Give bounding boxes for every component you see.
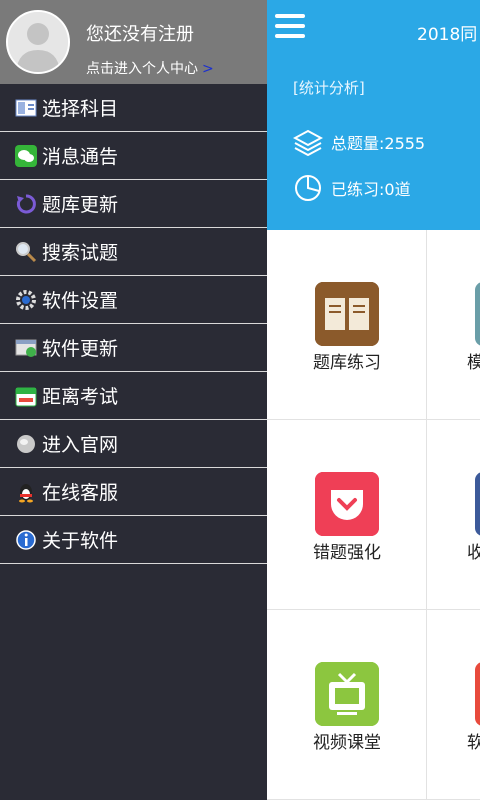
menu-item-online-service[interactable]: 在线客服 (0, 468, 267, 516)
partial-tile-icon (475, 662, 480, 726)
menu-item-software-update[interactable]: 软件更新 (0, 324, 267, 372)
globe-icon (14, 432, 38, 456)
qq-penguin-icon (14, 480, 38, 504)
open-book-icon (315, 282, 379, 346)
tile-label: 题库练习 (313, 353, 381, 373)
menu-icon-bar (275, 14, 305, 18)
refresh-icon (14, 192, 38, 216)
profile-subtitle: 点击进入个人中心 (86, 61, 198, 77)
menu-item-label: 距离考试 (42, 386, 119, 408)
menu-icon-bar (275, 34, 305, 38)
total-questions-label: 总题量:2555 (331, 134, 426, 153)
pocket-icon (315, 472, 379, 536)
avatar[interactable] (6, 10, 70, 74)
default-user-icon (8, 12, 68, 72)
tile-label: 错题强化 (313, 543, 381, 563)
menu-item-search[interactable]: 搜索试题 (0, 228, 267, 276)
tile-label: 软 (467, 733, 480, 753)
menu-item-label: 进入官网 (42, 434, 119, 456)
practiced-stat: 已练习:0道 (293, 173, 411, 203)
chevron-right-icon: > (202, 61, 214, 77)
menu-item-label: 软件设置 (42, 290, 119, 312)
menu-item-select-subject[interactable]: 选择科目 (0, 84, 267, 132)
update-icon (14, 336, 38, 360)
pie-clock-icon (295, 175, 321, 201)
profile-header[interactable]: 您还没有注册 点击进入个人中心 > (0, 0, 267, 84)
menu-item-label: 软件更新 (42, 338, 119, 360)
menu-item-label: 在线客服 (42, 482, 119, 504)
menu-item-exam-countdown[interactable]: 距离考试 (0, 372, 267, 420)
search-icon (14, 240, 38, 264)
menu-item-settings[interactable]: 软件设置 (0, 276, 267, 324)
calendar-icon (14, 384, 38, 408)
menu-item-notices[interactable]: 消息通告 (0, 132, 267, 180)
tile-label: 模 (467, 353, 480, 373)
navigation-drawer: 您还没有注册 点击进入个人中心 > 选择科目 消息通告 题库更新 搜索试题 软件设… (0, 0, 267, 800)
menu-icon-bar (275, 24, 305, 28)
layers-icon (293, 129, 323, 156)
practiced-label: 已练习:0道 (331, 180, 411, 199)
tile-label: 视频课堂 (313, 733, 381, 753)
total-questions-stat: 总题量:2555 (293, 128, 425, 156)
tile-favorites[interactable]: 收 (427, 420, 480, 610)
profile-name: 您还没有注册 (86, 24, 194, 45)
gear-icon (14, 288, 38, 312)
partial-tile-icon (475, 282, 480, 346)
tile-wrong-question-review[interactable]: 错题强化 (267, 420, 427, 610)
hamburger-menu-button[interactable] (275, 14, 305, 44)
profile-center-link[interactable]: 点击进入个人中心 > (86, 58, 214, 78)
stats-analysis-link[interactable]: [统计分析] (293, 77, 365, 98)
menu-item-label: 搜索试题 (42, 242, 119, 264)
menu-item-about[interactable]: 关于软件 (0, 516, 267, 564)
book-select-icon (14, 96, 38, 120)
tile-mock-exam[interactable]: 模 (427, 230, 480, 420)
wechat-message-icon (14, 144, 38, 168)
menu-item-official-site[interactable]: 进入官网 (0, 420, 267, 468)
feature-grid: 题库练习 模 错题强化 收 视频课堂 软 (267, 230, 480, 800)
menu-item-label: 消息通告 (42, 146, 119, 168)
stats-header: 2018同 [统计分析] 总题量:2555 已练习:0道 (267, 0, 480, 230)
menu-item-bank-update[interactable]: 题库更新 (0, 180, 267, 228)
menu-item-label: 关于软件 (42, 530, 119, 552)
menu-item-label: 题库更新 (42, 194, 119, 216)
main-panel: 2018同 [统计分析] 总题量:2555 已练习:0道 题库练习 模 错题强化… (267, 0, 480, 800)
app-title: 2018同 (417, 25, 478, 45)
tv-icon (315, 662, 379, 726)
tile-video-class[interactable]: 视频课堂 (267, 610, 427, 800)
tile-label: 收 (467, 543, 480, 563)
tile-question-bank-practice[interactable]: 题库练习 (267, 230, 427, 420)
tile-software[interactable]: 软 (427, 610, 480, 800)
info-icon (14, 528, 38, 552)
menu-item-label: 选择科目 (42, 98, 119, 120)
partial-tile-icon (475, 472, 480, 536)
